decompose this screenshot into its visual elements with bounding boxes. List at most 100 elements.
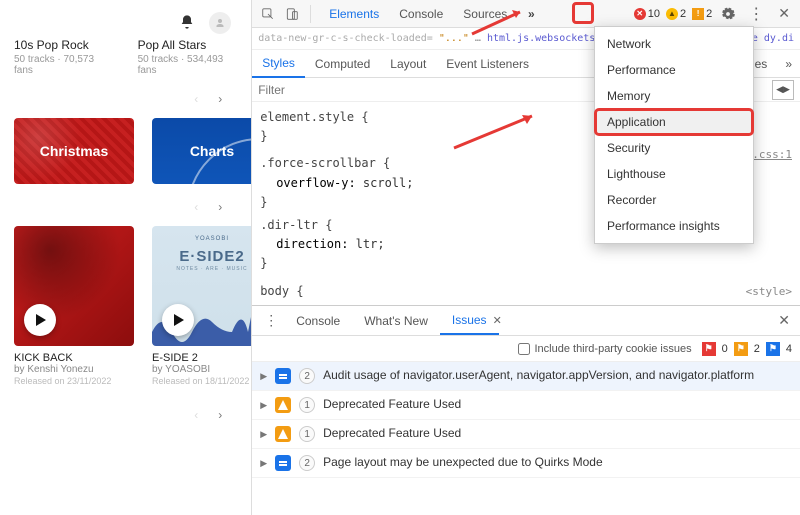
issue-count: 1: [299, 397, 315, 413]
chevron-right-icon[interactable]: ›: [209, 88, 231, 110]
close-icon[interactable]: ✕: [774, 5, 794, 22]
issues-badge[interactable]: !2: [692, 8, 712, 20]
dd-lighthouse[interactable]: Lighthouse: [595, 161, 753, 187]
dd-network[interactable]: Network: [595, 31, 753, 57]
issue-row[interactable]: ▶ 2 Audit usage of navigator.userAgent, na…: [252, 362, 800, 391]
album-date: Released on 18/11/2022: [152, 376, 251, 386]
drawer-tab-console[interactable]: Console: [284, 308, 352, 334]
css-link[interactable]: .css:1: [752, 146, 792, 164]
dd-memory[interactable]: Memory: [595, 83, 753, 109]
music-app-pane: 10s Pop Rock 50 tracks · 70,573 fans Pop…: [0, 0, 251, 515]
drawer-tabs: ⋮ Console What's New Issues ✕ ✕: [252, 306, 800, 336]
playlist-meta: 50 tracks · 534,493 fans: [138, 54, 238, 76]
playlist-row: 10s Pop Rock 50 tracks · 70,573 fans Pop…: [14, 38, 237, 76]
bell-icon[interactable]: [179, 14, 195, 33]
flag-red-icon: ⚑: [702, 342, 716, 356]
chevron-right-icon[interactable]: ›: [209, 404, 231, 426]
third-party-checkbox[interactable]: Include third-party cookie issues: [518, 343, 691, 355]
issue-text: Audit usage of navigator.userAgent, navi…: [323, 368, 792, 384]
album-title[interactable]: KICK BACK: [14, 352, 134, 364]
issue-text: Page layout may be unexpected due to Qui…: [323, 455, 792, 471]
subtab-event-listeners[interactable]: Event Listeners: [436, 51, 539, 77]
subtab-computed[interactable]: Computed: [305, 51, 380, 77]
issue-count: 2: [299, 368, 315, 384]
gear-icon[interactable]: [718, 4, 738, 24]
subtab-styles[interactable]: Styles: [252, 50, 305, 78]
subtab-layout[interactable]: Layout: [380, 51, 436, 77]
issue-row[interactable]: ▶ 1 Deprecated Feature Used: [252, 391, 800, 420]
playlist-cover-charts[interactable]: Charts: [152, 118, 251, 184]
play-button[interactable]: [162, 304, 194, 336]
info-icon: [275, 455, 291, 471]
drawer-tab-issues[interactable]: Issues: [440, 307, 499, 335]
devtools-toolbar: Elements Console Sources » ✕10 ▲2 !2 ⋮ ✕: [252, 0, 800, 28]
dd-recorder[interactable]: Recorder: [595, 187, 753, 213]
warning-icon: [275, 426, 291, 442]
cover-row: Christmas Charts: [14, 118, 237, 184]
album-artist[interactable]: by YOASOBI: [152, 364, 251, 375]
topbar: [14, 10, 237, 36]
issue-text: Deprecated Feature Used: [323, 426, 792, 442]
more-subtabs-icon[interactable]: »: [777, 57, 800, 71]
issue-text: Deprecated Feature Used: [323, 397, 792, 413]
issue-count: 2: [299, 455, 315, 471]
cover-label: Charts: [190, 143, 234, 159]
warning-icon: [275, 397, 291, 413]
style-tag-link[interactable]: <style>: [746, 283, 792, 301]
tab-sources[interactable]: Sources: [453, 1, 517, 27]
drawer-tab-whatsnew[interactable]: What's New: [352, 308, 440, 334]
toggle-panel-icon[interactable]: ◀▶: [772, 80, 794, 100]
dd-application[interactable]: Application: [595, 109, 753, 135]
devtools-drawer: ⋮ Console What's New Issues ✕ ✕ Include …: [252, 305, 800, 515]
playlist-title[interactable]: 10s Pop Rock: [14, 38, 114, 52]
album-cover[interactable]: YOASOBI E·SIDE2 NOTES · ARE · MUSIC: [152, 226, 251, 346]
chevron-left-icon[interactable]: ‹: [185, 404, 207, 426]
expand-icon[interactable]: ▶: [260, 371, 267, 382]
error-badge[interactable]: ✕10: [634, 8, 660, 20]
cover-text: E·SIDE2: [152, 248, 251, 265]
kebab-icon[interactable]: ⋮: [744, 4, 768, 24]
device-icon[interactable]: [282, 4, 302, 24]
album-date: Released on 23/11/2022: [14, 376, 134, 386]
issue-row[interactable]: ▶ 1 Deprecated Feature Used: [252, 420, 800, 449]
info-icon: [275, 368, 291, 384]
album-cover[interactable]: [14, 226, 134, 346]
issue-list: ▶ 2 Audit usage of navigator.userAgent, na…: [252, 362, 800, 515]
dd-security[interactable]: Security: [595, 135, 753, 161]
dd-perf-insights[interactable]: Performance insights: [595, 213, 753, 239]
more-tabs-icon[interactable]: »: [521, 4, 541, 24]
expand-icon[interactable]: ▶: [260, 400, 267, 411]
flag-blue-icon: ⚑: [766, 342, 780, 356]
avatar[interactable]: [209, 12, 231, 34]
tab-elements[interactable]: Elements: [319, 1, 389, 27]
album-artist[interactable]: by Kenshi Yonezu: [14, 364, 134, 375]
issue-count: 1: [299, 426, 315, 442]
album-row: KICK BACK by Kenshi Yonezu Released on 2…: [14, 226, 237, 386]
playlist-meta: 50 tracks · 70,573 fans: [14, 54, 114, 76]
issues-filter-row: Include third-party cookie issues ⚑0 ⚑2 …: [252, 336, 800, 362]
expand-icon[interactable]: ▶: [260, 429, 267, 440]
album-title[interactable]: E-SIDE 2: [152, 352, 251, 364]
close-tab-icon[interactable]: ✕: [493, 314, 502, 327]
chevron-left-icon[interactable]: ‹: [185, 196, 207, 218]
playlist-title[interactable]: Pop All Stars: [138, 38, 238, 52]
tab-console[interactable]: Console: [389, 1, 453, 27]
chevron-left-icon[interactable]: ‹: [185, 88, 207, 110]
devtools-pane: Elements Console Sources » ✕10 ▲2 !2 ⋮ ✕…: [251, 0, 800, 515]
more-tabs-dropdown: Network Performance Memory Application S…: [594, 26, 754, 244]
cover-label: Christmas: [40, 143, 108, 159]
dd-performance[interactable]: Performance: [595, 57, 753, 83]
expand-icon[interactable]: ▶: [260, 458, 267, 469]
cover-text: YOASOBI: [152, 236, 251, 242]
warning-badge[interactable]: ▲2: [666, 8, 686, 20]
playlist-cover-christmas[interactable]: Christmas: [14, 118, 134, 184]
issue-row[interactable]: ▶ 2 Page layout may be unexpected due to Q…: [252, 449, 800, 478]
close-drawer-icon[interactable]: ✕: [774, 312, 794, 329]
kebab-icon[interactable]: ⋮: [258, 312, 284, 329]
issue-counts: ⚑0 ⚑2 ⚑4: [702, 342, 792, 356]
inspect-icon[interactable]: [258, 4, 278, 24]
flag-orange-icon: ⚑: [734, 342, 748, 356]
play-button[interactable]: [24, 304, 56, 336]
chevron-right-icon[interactable]: ›: [209, 196, 231, 218]
cover-text: NOTES · ARE · MUSIC: [152, 266, 251, 272]
